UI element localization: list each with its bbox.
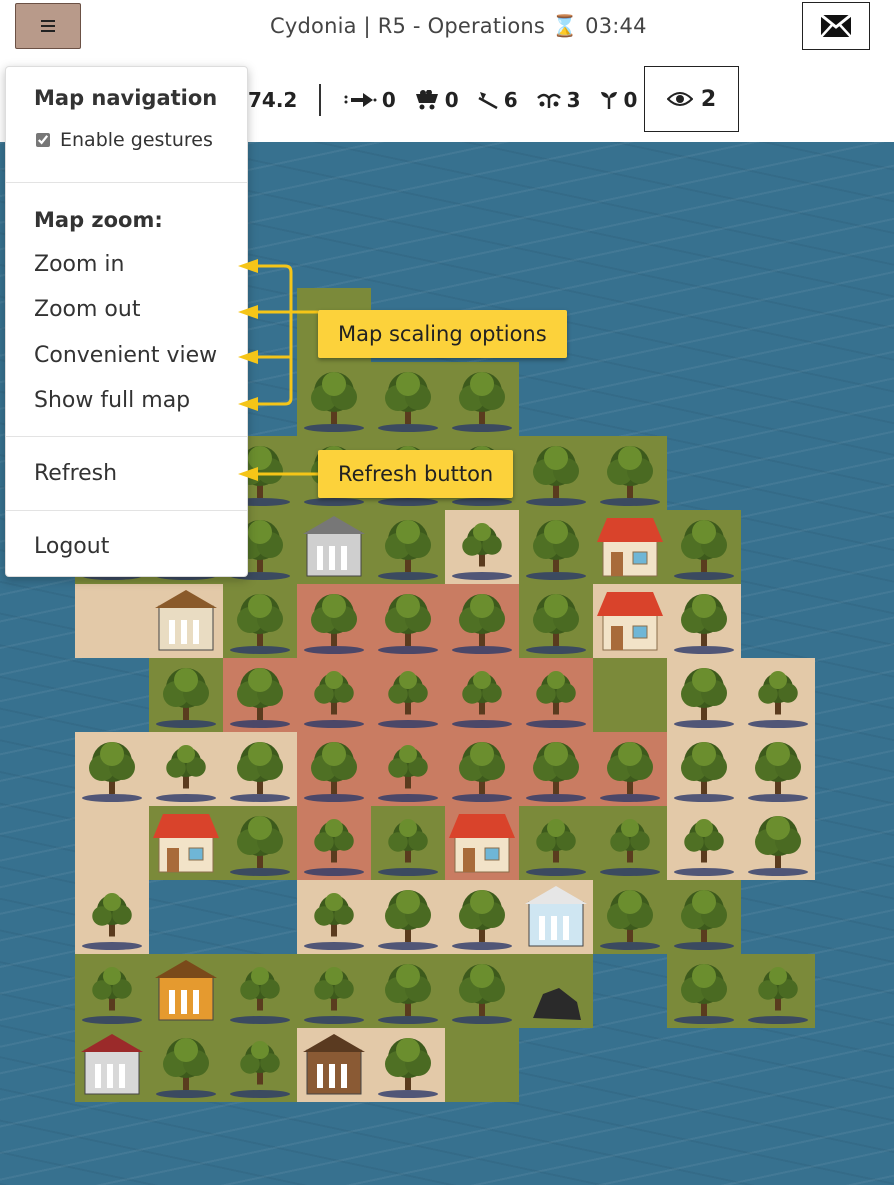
cart-stat: 0	[414, 88, 459, 112]
menu-dropdown: Map navigation Enable gestures Map zoom:…	[5, 66, 248, 577]
seedling-value: 0	[623, 88, 638, 112]
callout-refresh: Refresh button	[318, 450, 514, 498]
resource-bar: 74.2 0 0 6 3 0	[248, 66, 637, 134]
axe-icon	[478, 92, 498, 110]
hamburger-icon	[41, 25, 55, 27]
axe-value: 6	[503, 88, 518, 112]
envelope-icon	[820, 14, 852, 38]
gestures-label: Enable gestures	[60, 129, 213, 151]
menu-button[interactable]	[15, 3, 81, 49]
gestures-toggle[interactable]: Enable gestures	[36, 129, 213, 151]
score-value: 74.2	[248, 88, 298, 112]
section-map-navigation: Map navigation	[34, 86, 218, 110]
axe-stat: 6	[477, 88, 518, 112]
messages-button[interactable]	[802, 2, 870, 50]
score-stat: 74.2	[248, 88, 297, 112]
logout-item[interactable]: Logout	[34, 534, 109, 559]
zoom-out-item[interactable]: Zoom out	[34, 297, 140, 322]
show-full-map-item[interactable]: Show full map	[34, 388, 190, 413]
sprout-icon	[536, 93, 561, 108]
sprout-stat: 3	[536, 88, 581, 112]
cart-icon	[415, 90, 438, 110]
convenient-view-item[interactable]: Convenient view	[34, 343, 217, 368]
eye-icon	[666, 92, 693, 106]
game-screen: Cydonia | R5 - Operations ⌛ 03:44 74.2 0…	[0, 0, 894, 1185]
top-bar: Cydonia | R5 - Operations ⌛ 03:44	[0, 0, 894, 64]
divider	[319, 84, 321, 116]
observers-counter[interactable]: 2	[644, 66, 739, 132]
callout-map-scaling: Map scaling options	[318, 310, 567, 358]
seedling-stat: 0	[599, 88, 638, 112]
page-title: Cydonia | R5 - Operations ⌛ 03:44	[270, 14, 647, 38]
divider	[6, 182, 247, 183]
arrow-icon	[344, 93, 377, 107]
observers-value: 2	[700, 86, 717, 112]
gestures-checkbox[interactable]	[36, 133, 50, 147]
seedling-icon	[600, 92, 617, 109]
sprout-value: 3	[566, 88, 581, 112]
cart-value: 0	[444, 88, 459, 112]
arrow-value: 0	[381, 88, 396, 112]
divider	[6, 510, 247, 511]
zoom-in-item[interactable]: Zoom in	[34, 252, 124, 277]
divider	[6, 436, 247, 437]
arrow-stat: 0	[343, 88, 396, 112]
refresh-item[interactable]: Refresh	[34, 461, 117, 486]
section-map-zoom: Map zoom:	[34, 208, 163, 232]
